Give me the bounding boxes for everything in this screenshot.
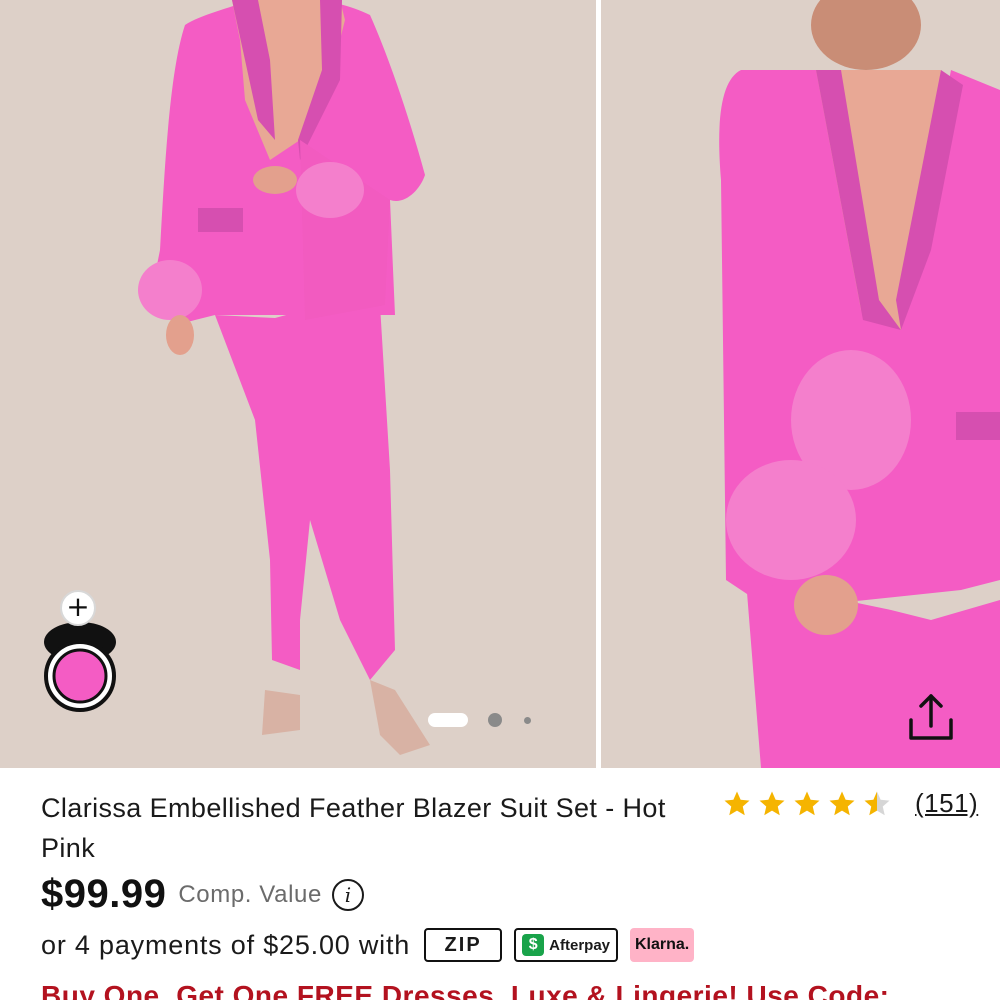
- zip-label: ZIP: [444, 933, 482, 956]
- afterpay-label: Afterpay: [549, 936, 611, 954]
- try-on-avatar-widget[interactable]: +: [40, 590, 120, 716]
- model-closeup-illustration: [601, 0, 1000, 768]
- product-price: $99.99: [41, 872, 167, 916]
- product-info-section: Clarissa Embellished Feather Blazer Suit…: [0, 768, 1000, 1000]
- star-icon: [829, 791, 855, 815]
- carousel-pagination[interactable]: [428, 712, 531, 728]
- avatar[interactable]: [40, 612, 120, 712]
- star-icon: [759, 791, 785, 815]
- installment-payments-row: or 4 payments of $25.00 with ZIP $ After…: [41, 928, 695, 962]
- afterpay-icon: $: [522, 934, 545, 956]
- product-title: Clarissa Embellished Feather Blazer Suit…: [41, 793, 666, 863]
- promo-banner-text[interactable]: Buy One, Get One FREE Dresses, Luxe & Li…: [41, 980, 889, 1000]
- plus-icon[interactable]: +: [60, 590, 96, 626]
- carousel-dot-active[interactable]: [428, 713, 468, 727]
- price-row: $99.99 Comp. Value i: [41, 872, 364, 917]
- review-count-link[interactable]: (151): [915, 788, 978, 819]
- star-icon: [724, 791, 750, 815]
- klarna-label: Klarna.: [634, 936, 690, 953]
- product-image-gallery[interactable]: +: [0, 0, 1000, 768]
- star-half-icon: [864, 791, 890, 815]
- star-icon: [794, 791, 820, 815]
- afterpay-logo-button[interactable]: $ Afterpay: [514, 928, 619, 962]
- installment-text: or 4 payments of $25.00 with: [41, 929, 411, 960]
- zip-logo-button[interactable]: ZIP: [424, 928, 503, 962]
- share-icon[interactable]: [903, 690, 959, 746]
- carousel-dot[interactable]: [524, 716, 531, 724]
- product-rating[interactable]: (151): [722, 788, 978, 819]
- klarna-logo-button[interactable]: Klarna.: [630, 928, 695, 962]
- info-icon[interactable]: i: [331, 878, 364, 911]
- carousel-dot[interactable]: [488, 713, 502, 727]
- product-photo-closeup[interactable]: [601, 0, 1000, 768]
- comp-value-label: Comp. Value: [178, 880, 322, 908]
